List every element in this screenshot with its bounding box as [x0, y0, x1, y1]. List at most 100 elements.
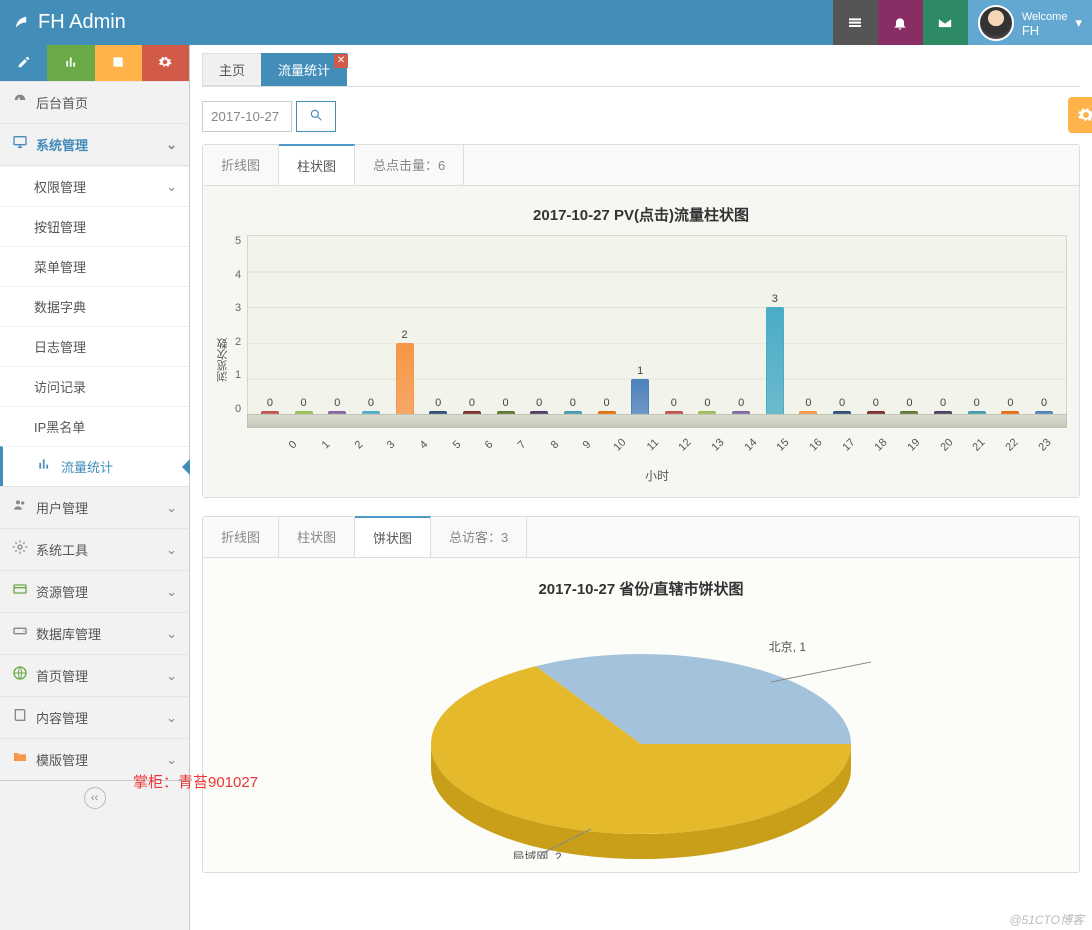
bar-22: 0	[999, 397, 1021, 415]
copyright-text: @51CTO博客	[1009, 911, 1084, 928]
nav-item-内容管理[interactable]: 内容管理 ⌄	[0, 697, 189, 738]
plot-base	[247, 414, 1067, 428]
nav-label: 系统管理	[36, 135, 88, 154]
nav-list: 后台首页 系统管理 ⌄ 权限管理 ⌄ 按钮管理 菜单管理 数据字典	[0, 81, 189, 780]
chart1-tab-总点击量：6[interactable]: 总点击量：6	[355, 145, 464, 185]
navbar: FH Admin Welcome FH ▾	[0, 0, 1092, 45]
subnav-item-IP黑名单[interactable]: IP黑名单	[0, 407, 189, 446]
pie-chart-area: 2017-10-27 省份/直辖市饼状图	[203, 558, 1079, 872]
chart2-tab-总访客：3[interactable]: 总访客：3	[431, 517, 527, 557]
shortcut-settings-button[interactable]	[142, 45, 189, 81]
bar-value-label: 0	[502, 397, 508, 409]
shortcut-edit-button[interactable]	[0, 45, 47, 81]
subnav-item-日志管理[interactable]: 日志管理	[0, 327, 189, 366]
x-tick: 4	[412, 433, 436, 457]
brand-text: FH Admin	[38, 11, 126, 34]
subnav-item-数据字典[interactable]: 数据字典	[0, 287, 189, 326]
pie-chart: 北京, 1 局域网, 2	[411, 609, 871, 859]
search-button[interactable]	[296, 101, 336, 132]
tab-主页[interactable]: 主页	[202, 53, 262, 86]
x-tick: 16	[804, 433, 828, 457]
bar-value-label: 0	[603, 397, 609, 409]
nav-item-系统管理[interactable]: 系统管理 ⌄	[0, 124, 189, 165]
users-icon	[12, 497, 36, 518]
x-tick: 23	[1033, 433, 1057, 457]
breadcrumb-tabs: 主页流量统计✕	[202, 53, 1080, 87]
theme-settings-button[interactable]	[1068, 97, 1092, 133]
chart1-tab-折线图[interactable]: 折线图	[203, 145, 279, 185]
nav-item-系统工具[interactable]: 系统工具 ⌄	[0, 529, 189, 570]
nav-label: 内容管理	[36, 708, 88, 727]
province-pie-panel: 折线图柱状图饼状图总访客：3 2017-10-27 省份/直辖市饼状图	[202, 516, 1080, 873]
bar-7: 0	[495, 397, 517, 415]
subnav-label: 按钮管理	[34, 217, 86, 236]
bar-6: 0	[461, 397, 483, 415]
x-axis-values: 01234567891011121314151617181920212223	[247, 433, 1067, 451]
plot-area: 0 0 0 0 2 0 0 0 0 0 0 1 0 0 0 3 0 0 0 0 …	[247, 235, 1067, 485]
x-tick: 17	[837, 433, 861, 457]
speedometer-icon	[12, 92, 36, 113]
x-tick: 14	[739, 433, 763, 457]
bar-value-label: 0	[570, 397, 576, 409]
bar-19: 0	[898, 397, 920, 415]
subnav-item-访问记录[interactable]: 访问记录	[0, 367, 189, 406]
x-tick: 12	[673, 433, 697, 457]
chart2-tab-饼状图[interactable]: 饼状图	[355, 516, 431, 557]
chart1-tab-柱状图[interactable]: 柱状图	[279, 144, 355, 185]
caret-down-icon: ▾	[1075, 15, 1082, 31]
bar-1: 0	[293, 397, 315, 415]
shortcut-book-button[interactable]	[95, 45, 142, 81]
tab-流量统计[interactable]: 流量统计✕	[261, 53, 347, 86]
y-axis: 543210	[235, 235, 247, 415]
nav-item-资源管理[interactable]: 资源管理 ⌄	[0, 571, 189, 612]
nav-item-用户管理[interactable]: 用户管理 ⌄	[0, 487, 189, 528]
subnav-label: 权限管理	[34, 177, 86, 196]
x-tick: 8	[543, 433, 567, 457]
subnav-item-流量统计[interactable]: 流量统计	[3, 447, 189, 486]
sidebar: 后台首页 系统管理 ⌄ 权限管理 ⌄ 按钮管理 菜单管理 数据字典	[0, 45, 190, 930]
y-tick: 2	[235, 336, 241, 348]
subnav-item-按钮管理[interactable]: 按钮管理	[0, 207, 189, 246]
bar-rect	[766, 307, 784, 415]
welcome-label: Welcome	[1022, 11, 1068, 23]
bar-value-label: 0	[873, 397, 879, 409]
y-tick: 1	[235, 369, 241, 381]
subnav-label: IP黑名单	[34, 417, 85, 436]
user-menu[interactable]: Welcome FH ▾	[968, 0, 1092, 45]
nav-label: 资源管理	[36, 582, 88, 601]
bar-value-label: 3	[772, 293, 778, 305]
date-input[interactable]	[202, 101, 292, 132]
bar-3: 0	[360, 397, 382, 415]
bar-9: 0	[562, 397, 584, 415]
subnav-item-权限管理[interactable]: 权限管理 ⌄	[0, 167, 189, 206]
chevron-icon: ⌄	[166, 752, 177, 768]
bar-value-label: 0	[469, 397, 475, 409]
subnav-label: 访问记录	[34, 377, 86, 396]
chevron-icon: ⌄	[166, 626, 177, 642]
chart1-tabs: 折线图柱状图总点击量：6	[203, 145, 1079, 186]
chevron-icon: ⌄	[166, 500, 177, 516]
x-tick: 0	[281, 433, 305, 457]
chevron-icon: ⌄	[166, 137, 177, 153]
subnav-item-菜单管理[interactable]: 菜单管理	[0, 247, 189, 286]
chart2-tab-柱状图[interactable]: 柱状图	[279, 517, 355, 557]
x-tick: 13	[706, 433, 730, 457]
bar-17: 0	[831, 397, 853, 415]
x-tick: 2	[347, 433, 371, 457]
notifications-button[interactable]	[878, 0, 923, 45]
nav-item-首页管理[interactable]: 首页管理 ⌄	[0, 655, 189, 696]
close-icon[interactable]: ✕	[334, 54, 348, 68]
messages-button[interactable]	[923, 0, 968, 45]
search-row	[202, 101, 1080, 132]
bar-value-label: 2	[402, 329, 408, 341]
tasks-button[interactable]	[833, 0, 878, 45]
x-tick: 19	[902, 433, 926, 457]
nav-item-后台首页[interactable]: 后台首页	[0, 82, 189, 123]
shortcut-stats-button[interactable]	[47, 45, 94, 81]
pv-bar-panel: 折线图柱状图总点击量：6 2017-10-27 PV(点击)流量柱状图 浏览次数…	[202, 144, 1080, 498]
sidebar-collapse-button[interactable]: ‹‹	[84, 787, 106, 809]
nav-item-数据库管理[interactable]: 数据库管理 ⌄	[0, 613, 189, 654]
subnav-label: 菜单管理	[34, 257, 86, 276]
chart2-tab-折线图[interactable]: 折线图	[203, 517, 279, 557]
x-axis-label: 小时	[247, 457, 1067, 484]
